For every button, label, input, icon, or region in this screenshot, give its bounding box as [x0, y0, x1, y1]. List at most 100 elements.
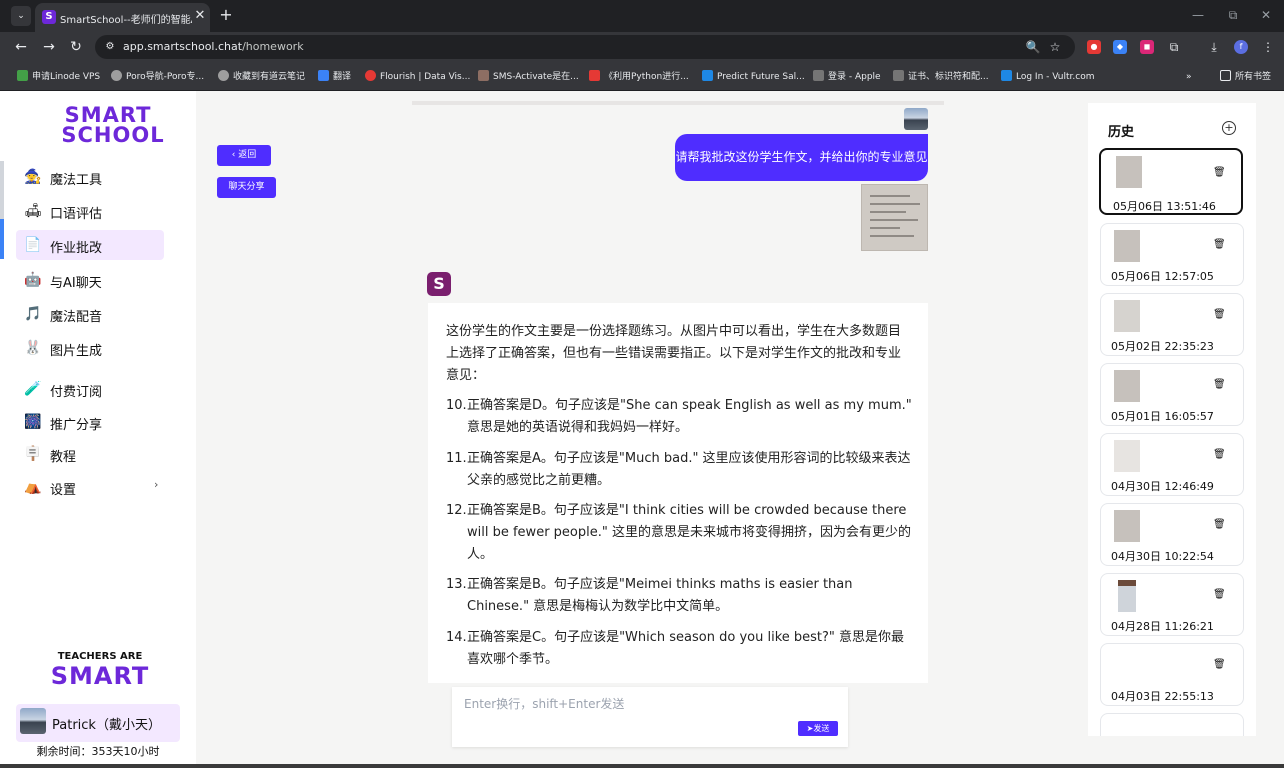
trash-icon[interactable]: 🗑	[1213, 658, 1226, 672]
history-thumbnail	[1114, 440, 1140, 472]
restore-icon[interactable]: ⧉	[1221, 6, 1245, 24]
sidebar-item-label: 设置	[50, 483, 77, 498]
bookmark-icon	[702, 70, 713, 81]
bookmark-icon	[218, 70, 229, 81]
trash-icon[interactable]: 🗑	[1213, 378, 1226, 392]
bookmark-star-icon[interactable]: ☆	[1047, 39, 1063, 55]
window-close-icon[interactable]: ✕	[1254, 6, 1278, 24]
smartschool-logo[interactable]: SMART SCHOOL	[48, 105, 168, 147]
scroll-marker	[0, 161, 4, 219]
homework-image-thumbnail[interactable]	[861, 184, 928, 251]
sidebar-item-label: 作业批改	[50, 241, 103, 256]
bookmarks-overflow-icon[interactable]: »	[1186, 69, 1192, 85]
history-thumbnail	[1114, 510, 1140, 542]
bookmark-item[interactable]: 收藏到有道云笔记	[218, 69, 305, 85]
bookmark-item[interactable]: 翻译	[318, 69, 351, 85]
browser-tab-bar: ⌄ S SmartSchool--老师们的智能A ✕ + — ⧉ ✕	[0, 0, 1284, 32]
send-button[interactable]: ➤发送	[798, 721, 838, 736]
sidebar-item-homework[interactable]: 📄 作业批改	[16, 230, 164, 260]
history-item[interactable]	[1100, 713, 1244, 736]
zoom-icon[interactable]: 🔍	[1025, 39, 1041, 55]
chat-share-button[interactable]: 聊天分享	[217, 177, 276, 198]
scroll-marker-active	[0, 219, 4, 259]
bookmark-item[interactable]: 申请Linode VPS	[17, 69, 100, 85]
sidebar-item-label: 魔法工具	[50, 173, 103, 188]
bookmark-item[interactable]: Poro导航-Poro专...	[111, 69, 204, 85]
history-item[interactable]: 🗑 05月01日 16:05:57	[1100, 363, 1244, 426]
new-tab-icon[interactable]: +	[217, 5, 235, 25]
site-info-icon[interactable]: ⚙	[103, 40, 117, 54]
sidebar-item-referral[interactable]: 🎆 推广分享	[16, 407, 164, 437]
history-thumbnail	[1116, 156, 1142, 188]
tab-close-icon[interactable]: ✕	[193, 8, 207, 24]
history-item[interactable]: 🗑 05月02日 22:35:23	[1100, 293, 1244, 356]
sidebar-item-tutorial[interactable]: 🪧 教程	[16, 439, 164, 469]
bookmark-item[interactable]: Predict Future Sal...	[702, 69, 805, 85]
sidebar-item-settings[interactable]: ⛺ 设置 ›	[16, 472, 164, 502]
tab-title: SmartSchool--老师们的智能A	[60, 15, 192, 26]
bookmark-icon	[813, 70, 824, 81]
easel-icon: 🪧	[24, 446, 42, 462]
extension-pink-icon[interactable]: ◼	[1140, 40, 1154, 54]
browser-tab[interactable]: S SmartSchool--老师们的智能A ✕	[35, 3, 210, 32]
all-bookmarks[interactable]: 所有书签	[1220, 69, 1271, 85]
address-bar[interactable]: ⚙ app.smartschool.chat/homework 🔍 ☆	[95, 35, 1075, 59]
history-item[interactable]: 🗑 05月06日 12:57:05	[1100, 223, 1244, 286]
history-date: 05月01日 16:05:57	[1111, 410, 1214, 423]
sidebar-item-ai-chat[interactable]: 🤖 与AI聊天	[16, 265, 164, 295]
extensions-puzzle-icon[interactable]: ⧉	[1167, 40, 1181, 54]
bookmarks-bar: 申请Linode VPS Poro导航-Poro专... 收藏到有道云笔记 翻译…	[0, 62, 1284, 91]
reload-icon[interactable]: ↻	[66, 37, 86, 57]
history-item[interactable]: 🗑 04月28日 11:26:21	[1100, 573, 1244, 636]
sidebar-item-label: 图片生成	[50, 344, 103, 359]
sidebar-item-image-gen[interactable]: 🐰 图片生成	[16, 333, 164, 363]
ai-response-item: 12. 正确答案是B。句子应该是"I think cities will be …	[446, 500, 912, 566]
sidebar-item-dubbing[interactable]: 🎵 魔法配音	[16, 299, 164, 329]
history-item[interactable]: 🗑 04月30日 12:46:49	[1100, 433, 1244, 496]
bookmark-item[interactable]: SMS-Activate是在...	[478, 69, 579, 85]
add-circle-icon[interactable]: +	[1222, 121, 1236, 135]
back-button[interactable]: ‹ 返回	[217, 145, 271, 166]
extension-blue-icon[interactable]: ◆	[1113, 40, 1127, 54]
ai-response-item: 11. 正确答案是A。句子应该是"Much bad." 这里应该使用形容词的比较…	[446, 448, 912, 492]
ai-response-item: 10. 正确答案是D。句子应该是"She can speak English a…	[446, 395, 912, 439]
user-profile-card[interactable]: Patrick（戴小天）	[16, 704, 180, 742]
trash-icon[interactable]: 🗑	[1213, 238, 1226, 252]
user-name: Patrick（戴小天）	[52, 718, 161, 733]
sidebar-item-subscription[interactable]: 🧪 付费订阅	[16, 374, 164, 404]
address-url[interactable]: app.smartschool.chat/homework	[123, 40, 304, 53]
ai-avatar: S	[427, 272, 451, 296]
forward-arrow-icon[interactable]: →	[39, 37, 59, 57]
bookmark-item[interactable]: Flourish | Data Vis...	[365, 69, 470, 85]
history-item[interactable]: 🗑 04月30日 10:22:54	[1100, 503, 1244, 566]
trash-icon[interactable]: 🗑	[1213, 588, 1226, 602]
tab-search-icon[interactable]: ⌄	[11, 6, 31, 26]
trash-icon[interactable]: 🗑	[1213, 308, 1226, 322]
sidebar-item-speaking[interactable]: 🛋 口语评估	[16, 196, 164, 226]
minimize-icon[interactable]: —	[1186, 6, 1210, 24]
history-item[interactable]: 🗑 05月06日 13:51:46	[1099, 148, 1243, 215]
trash-icon[interactable]: 🗑	[1213, 518, 1226, 532]
bookmark-item[interactable]: 证书、标识符和配...	[893, 69, 989, 85]
extension-red-icon[interactable]: ●	[1087, 40, 1101, 54]
item-number: 13.	[446, 577, 467, 592]
bookmark-item[interactable]: 《利用Python进行...	[589, 69, 689, 85]
sidebar-item-label: 教程	[50, 450, 77, 465]
history-item[interactable]: 🗑 04月03日 22:55:13	[1100, 643, 1244, 706]
history-thumbnail	[1114, 370, 1140, 402]
profile-icon[interactable]: f	[1234, 40, 1248, 54]
trash-icon[interactable]: 🗑	[1213, 166, 1226, 180]
message-input[interactable]	[464, 697, 834, 711]
sidebar-item-label: 口语评估	[50, 207, 103, 222]
bookmark-item[interactable]: 登录 - Apple	[813, 69, 881, 85]
download-icon[interactable]: ⤓	[1207, 40, 1221, 54]
back-arrow-icon[interactable]: ←	[11, 37, 31, 57]
bookmark-item[interactable]: Log In - Vultr.com	[1001, 69, 1095, 85]
bookmark-icon	[17, 70, 28, 81]
trash-icon[interactable]: 🗑	[1213, 448, 1226, 462]
bookmark-icon	[1001, 70, 1012, 81]
user-message-avatar	[904, 108, 928, 130]
bookmark-icon	[365, 70, 376, 81]
browser-menu-icon[interactable]: ⋮	[1261, 40, 1275, 54]
sidebar-item-magic-tools[interactable]: 🧙 魔法工具	[16, 162, 164, 192]
